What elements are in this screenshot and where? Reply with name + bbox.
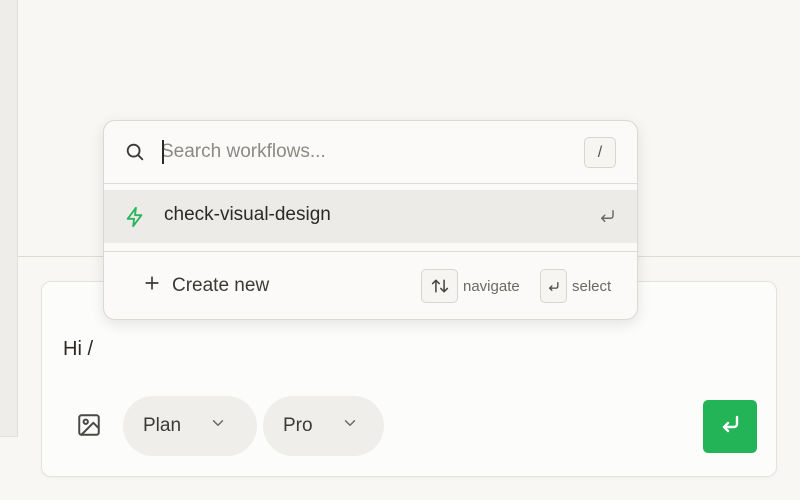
model-dropdown[interactable]: Pro	[263, 396, 384, 456]
chevron-down-icon	[209, 414, 227, 438]
select-hint: select	[540, 269, 611, 303]
text-cursor	[162, 140, 164, 164]
workflow-search-row: /	[104, 121, 637, 183]
plan-dropdown-label: Plan	[143, 415, 182, 436]
plan-dropdown[interactable]: Plan	[123, 396, 257, 456]
create-new-label: Create new	[172, 275, 270, 296]
model-dropdown-label: Pro	[283, 415, 313, 436]
attach-image-button[interactable]	[72, 410, 106, 444]
popup-divider	[104, 251, 637, 252]
arrow-keys-icon	[421, 269, 458, 303]
image-icon	[76, 412, 102, 443]
return-icon	[598, 207, 616, 230]
search-shortcut-key: /	[584, 137, 616, 168]
enter-icon	[718, 412, 742, 441]
composer-text[interactable]: Hi /	[63, 338, 93, 361]
select-hint-label: select	[572, 277, 612, 295]
create-new-workflow-button[interactable]: Create new	[142, 271, 269, 301]
left-panel-edge	[0, 0, 18, 436]
workflow-item-label: check-visual-design	[164, 204, 331, 225]
navigate-hint: navigate	[421, 269, 520, 303]
enter-key-icon	[540, 269, 567, 303]
workflow-search-input[interactable]	[161, 137, 561, 167]
plus-icon	[142, 273, 162, 299]
bolt-icon	[124, 206, 146, 233]
popup-divider	[104, 183, 637, 184]
send-button[interactable]	[703, 400, 757, 453]
left-panel-footer	[0, 436, 18, 500]
workflow-picker-popup: / check-visual-design Create new	[103, 120, 638, 320]
chevron-down-icon	[341, 414, 359, 438]
navigate-hint-label: navigate	[463, 277, 520, 295]
workflow-item[interactable]: check-visual-design	[104, 190, 637, 243]
search-icon	[124, 141, 146, 168]
